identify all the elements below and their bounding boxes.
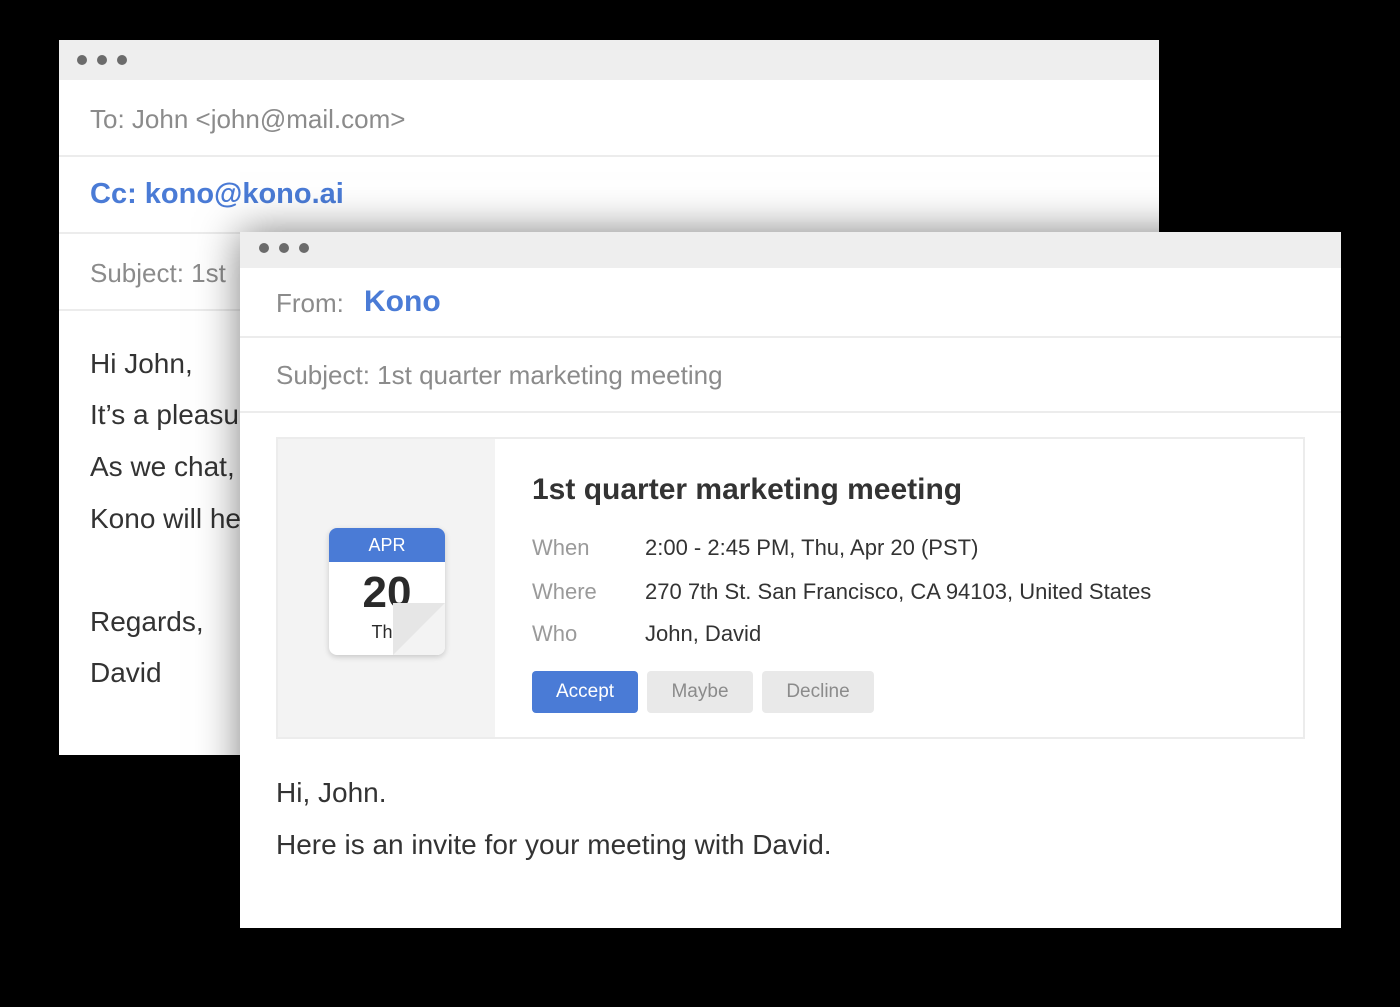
detail-value: 270 7th St. San Francisco, CA 94103, Uni… — [645, 579, 1152, 604]
detail-label: When — [532, 535, 590, 560]
body-line: It’s a pleasu — [90, 399, 239, 430]
subject-field: Subject: 1st quarter marketing meeting — [240, 338, 1341, 413]
detail-value: 2:00 - 2:45 PM, Thu, Apr 20 (PST) — [645, 535, 979, 560]
body-line: Hi John, — [90, 348, 193, 379]
window-titlebar — [240, 232, 1341, 268]
window-dot-icon[interactable] — [299, 243, 309, 253]
to-field[interactable]: To: John <john@mail.com> — [59, 80, 1159, 157]
body-line: Hi, John. — [276, 777, 387, 808]
window-dot-icon[interactable] — [117, 55, 127, 65]
from-field: From: Kono — [240, 268, 1341, 338]
maybe-button[interactable]: Maybe — [647, 671, 753, 713]
to-text: To: John <john@mail.com> — [90, 104, 406, 134]
cc-field[interactable]: Cc: kono@kono.ai — [59, 157, 1159, 234]
window-dot-icon[interactable] — [97, 55, 107, 65]
event-invite-card: APR 20 Thu 1st quarter marketing meeting… — [276, 437, 1305, 739]
detail-value: John, David — [645, 621, 762, 646]
page-fold-icon — [393, 603, 445, 655]
from-sender[interactable]: Kono — [364, 287, 441, 317]
calendar-panel: APR 20 Thu — [278, 439, 495, 737]
window-titlebar — [59, 40, 1159, 80]
subject-text: Subject: 1st quarter marketing meeting — [276, 360, 723, 390]
decline-button[interactable]: Decline — [762, 671, 874, 713]
window-dot-icon[interactable] — [259, 243, 269, 253]
body-line: Regards, — [90, 606, 204, 637]
calendar-month: APR — [329, 528, 445, 562]
subject-text: Subject: 1st — [90, 258, 226, 288]
window-dot-icon[interactable] — [279, 243, 289, 253]
from-label: From: — [276, 288, 344, 318]
email-invite-window: From: Kono Subject: 1st quarter marketin… — [240, 232, 1341, 928]
calendar-icon: APR 20 Thu — [329, 528, 445, 655]
detail-label: Who — [532, 621, 578, 646]
window-dot-icon[interactable] — [77, 55, 87, 65]
detail-label: Where — [532, 579, 597, 604]
body-line: David — [90, 657, 162, 688]
event-title: 1st quarter marketing meeting — [532, 473, 963, 506]
cc-text: Cc: kono@kono.ai — [90, 178, 344, 210]
accept-button[interactable]: Accept — [532, 671, 638, 713]
body-line: Kono will he — [90, 503, 241, 534]
body-line: As we chat, — [90, 451, 235, 482]
body-line: Here is an invite for your meeting with … — [276, 829, 832, 860]
